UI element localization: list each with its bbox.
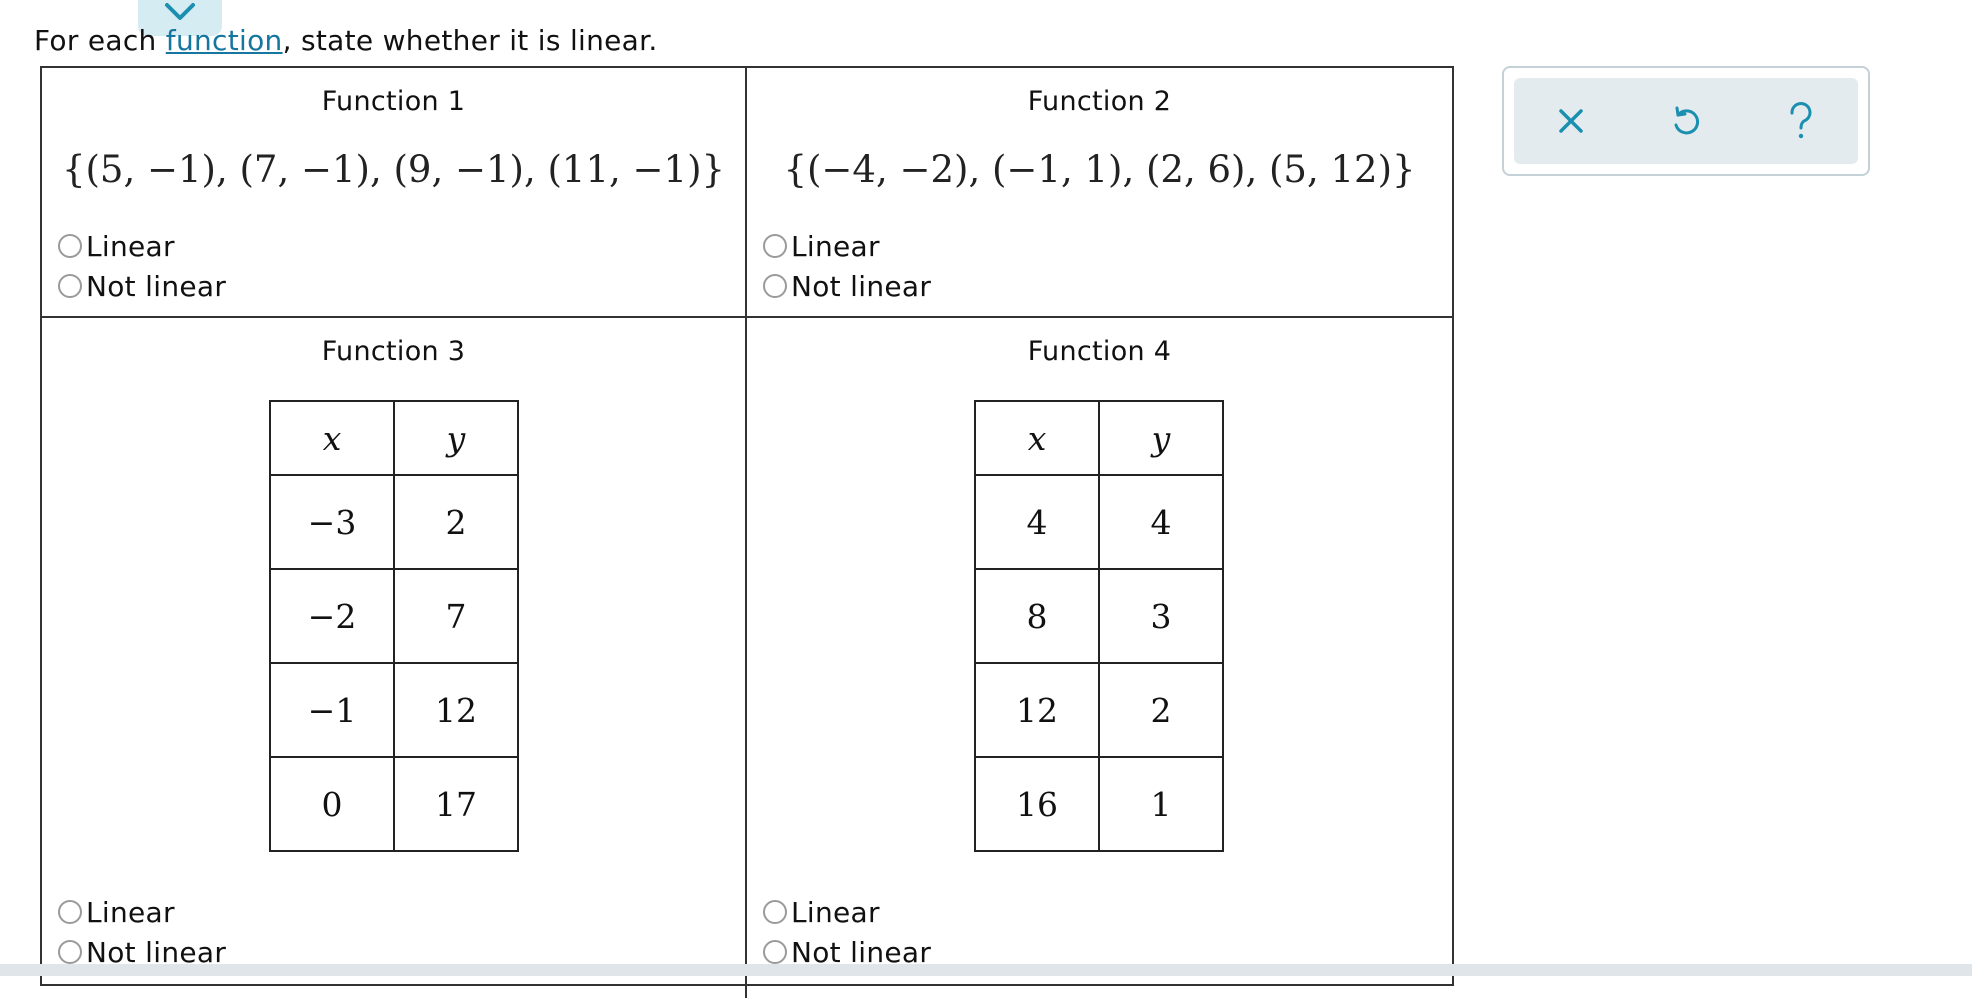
table-row: 4 4 [974, 474, 1224, 570]
undo-button[interactable] [1656, 91, 1716, 151]
answer-toolbar [1502, 66, 1870, 176]
y-cell: 2 [1098, 662, 1224, 758]
table-row: 16 1 [974, 756, 1224, 852]
radio-button[interactable] [763, 234, 787, 258]
table-row: −2 7 [269, 568, 519, 664]
x-cell: 0 [269, 756, 395, 852]
function-2-cell: Function 2 {(−4, −2), (−1, 1), (2, 6), (… [747, 68, 1452, 318]
function-4-cell: Function 4 x y 4 4 8 3 12 2 16 1 Linear … [747, 318, 1452, 998]
function-1-cell: Function 1 {(5, −1), (7, −1), (9, −1), (… [42, 68, 747, 318]
bottom-scroll-strip [0, 964, 1972, 976]
table-row: −1 12 [269, 662, 519, 758]
y-cell: 1 [1098, 756, 1224, 852]
x-cell: −2 [269, 568, 395, 664]
table-row: 12 2 [974, 662, 1224, 758]
x-cell: 12 [974, 662, 1100, 758]
prompt-text-start: For each [34, 24, 166, 57]
y-header: y [393, 400, 519, 476]
question-prompt: For each function, state whether it is l… [34, 24, 658, 57]
function-3-linear-option[interactable]: Linear [58, 892, 226, 932]
x-header: x [269, 400, 395, 476]
option-label: Linear [86, 229, 175, 263]
radio-button[interactable] [763, 900, 787, 924]
option-label: Linear [86, 895, 175, 929]
chevron-down-icon [165, 3, 195, 20]
x-cell: −1 [269, 662, 395, 758]
function-4-options: Linear Not linear [763, 892, 931, 972]
function-1-not-linear-option[interactable]: Not linear [58, 266, 226, 306]
y-cell: 12 [393, 662, 519, 758]
table-header-row: x y [974, 400, 1224, 476]
x-cell: 4 [974, 474, 1100, 570]
radio-button[interactable] [763, 274, 787, 298]
y-cell: 3 [1098, 568, 1224, 664]
radio-button[interactable] [58, 900, 82, 924]
y-header: y [1098, 400, 1224, 476]
x-cell: 16 [974, 756, 1100, 852]
table-header-row: x y [269, 400, 519, 476]
y-cell: 17 [393, 756, 519, 852]
y-cell: 7 [393, 568, 519, 664]
function-3-options: Linear Not linear [58, 892, 226, 972]
option-label: Linear [791, 229, 880, 263]
function-2-title: Function 2 [1027, 86, 1172, 117]
table-row: −3 2 [269, 474, 519, 570]
x-cell: −3 [269, 474, 395, 570]
function-2-set: {(−4, −2), (−1, 1), (2, 6), (5, 12)} [783, 148, 1416, 191]
undo-icon [1674, 106, 1700, 135]
functions-grid: Function 1 {(5, −1), (7, −1), (9, −1), (… [40, 66, 1454, 998]
function-1-title: Function 1 [321, 86, 466, 117]
radio-button[interactable] [58, 234, 82, 258]
clear-button[interactable] [1541, 91, 1601, 151]
toolbar-buttons [1514, 78, 1858, 164]
y-cell: 4 [1098, 474, 1224, 570]
function-4-table: x y 4 4 8 3 12 2 16 1 [974, 400, 1224, 852]
y-cell: 2 [393, 474, 519, 570]
radio-button[interactable] [58, 940, 82, 964]
function-4-title: Function 4 [1027, 336, 1172, 367]
radio-button[interactable] [58, 274, 82, 298]
function-2-options: Linear Not linear [763, 226, 931, 306]
function-link[interactable]: function [166, 24, 283, 57]
close-icon [1559, 109, 1584, 133]
table-row: 8 3 [974, 568, 1224, 664]
function-2-not-linear-option[interactable]: Not linear [763, 266, 931, 306]
function-1-options: Linear Not linear [58, 226, 226, 306]
function-3-table: x y −3 2 −2 7 −1 12 0 17 [269, 400, 519, 852]
help-icon [1790, 102, 1812, 139]
function-3-title: Function 3 [321, 336, 466, 367]
option-label: Not linear [86, 269, 227, 303]
function-4-linear-option[interactable]: Linear [763, 892, 931, 932]
x-header: x [974, 400, 1100, 476]
function-1-linear-option[interactable]: Linear [58, 226, 226, 266]
radio-button[interactable] [763, 940, 787, 964]
function-2-linear-option[interactable]: Linear [763, 226, 931, 266]
option-label: Not linear [791, 269, 932, 303]
function-3-cell: Function 3 x y −3 2 −2 7 −1 12 0 17 Line… [42, 318, 747, 998]
prompt-text-end: , state whether it is linear. [282, 24, 658, 57]
table-row: 0 17 [269, 756, 519, 852]
option-label: Linear [791, 895, 880, 929]
function-1-set: {(5, −1), (7, −1), (9, −1), (11, −1)} [61, 148, 726, 191]
help-button[interactable] [1771, 91, 1831, 151]
x-cell: 8 [974, 568, 1100, 664]
